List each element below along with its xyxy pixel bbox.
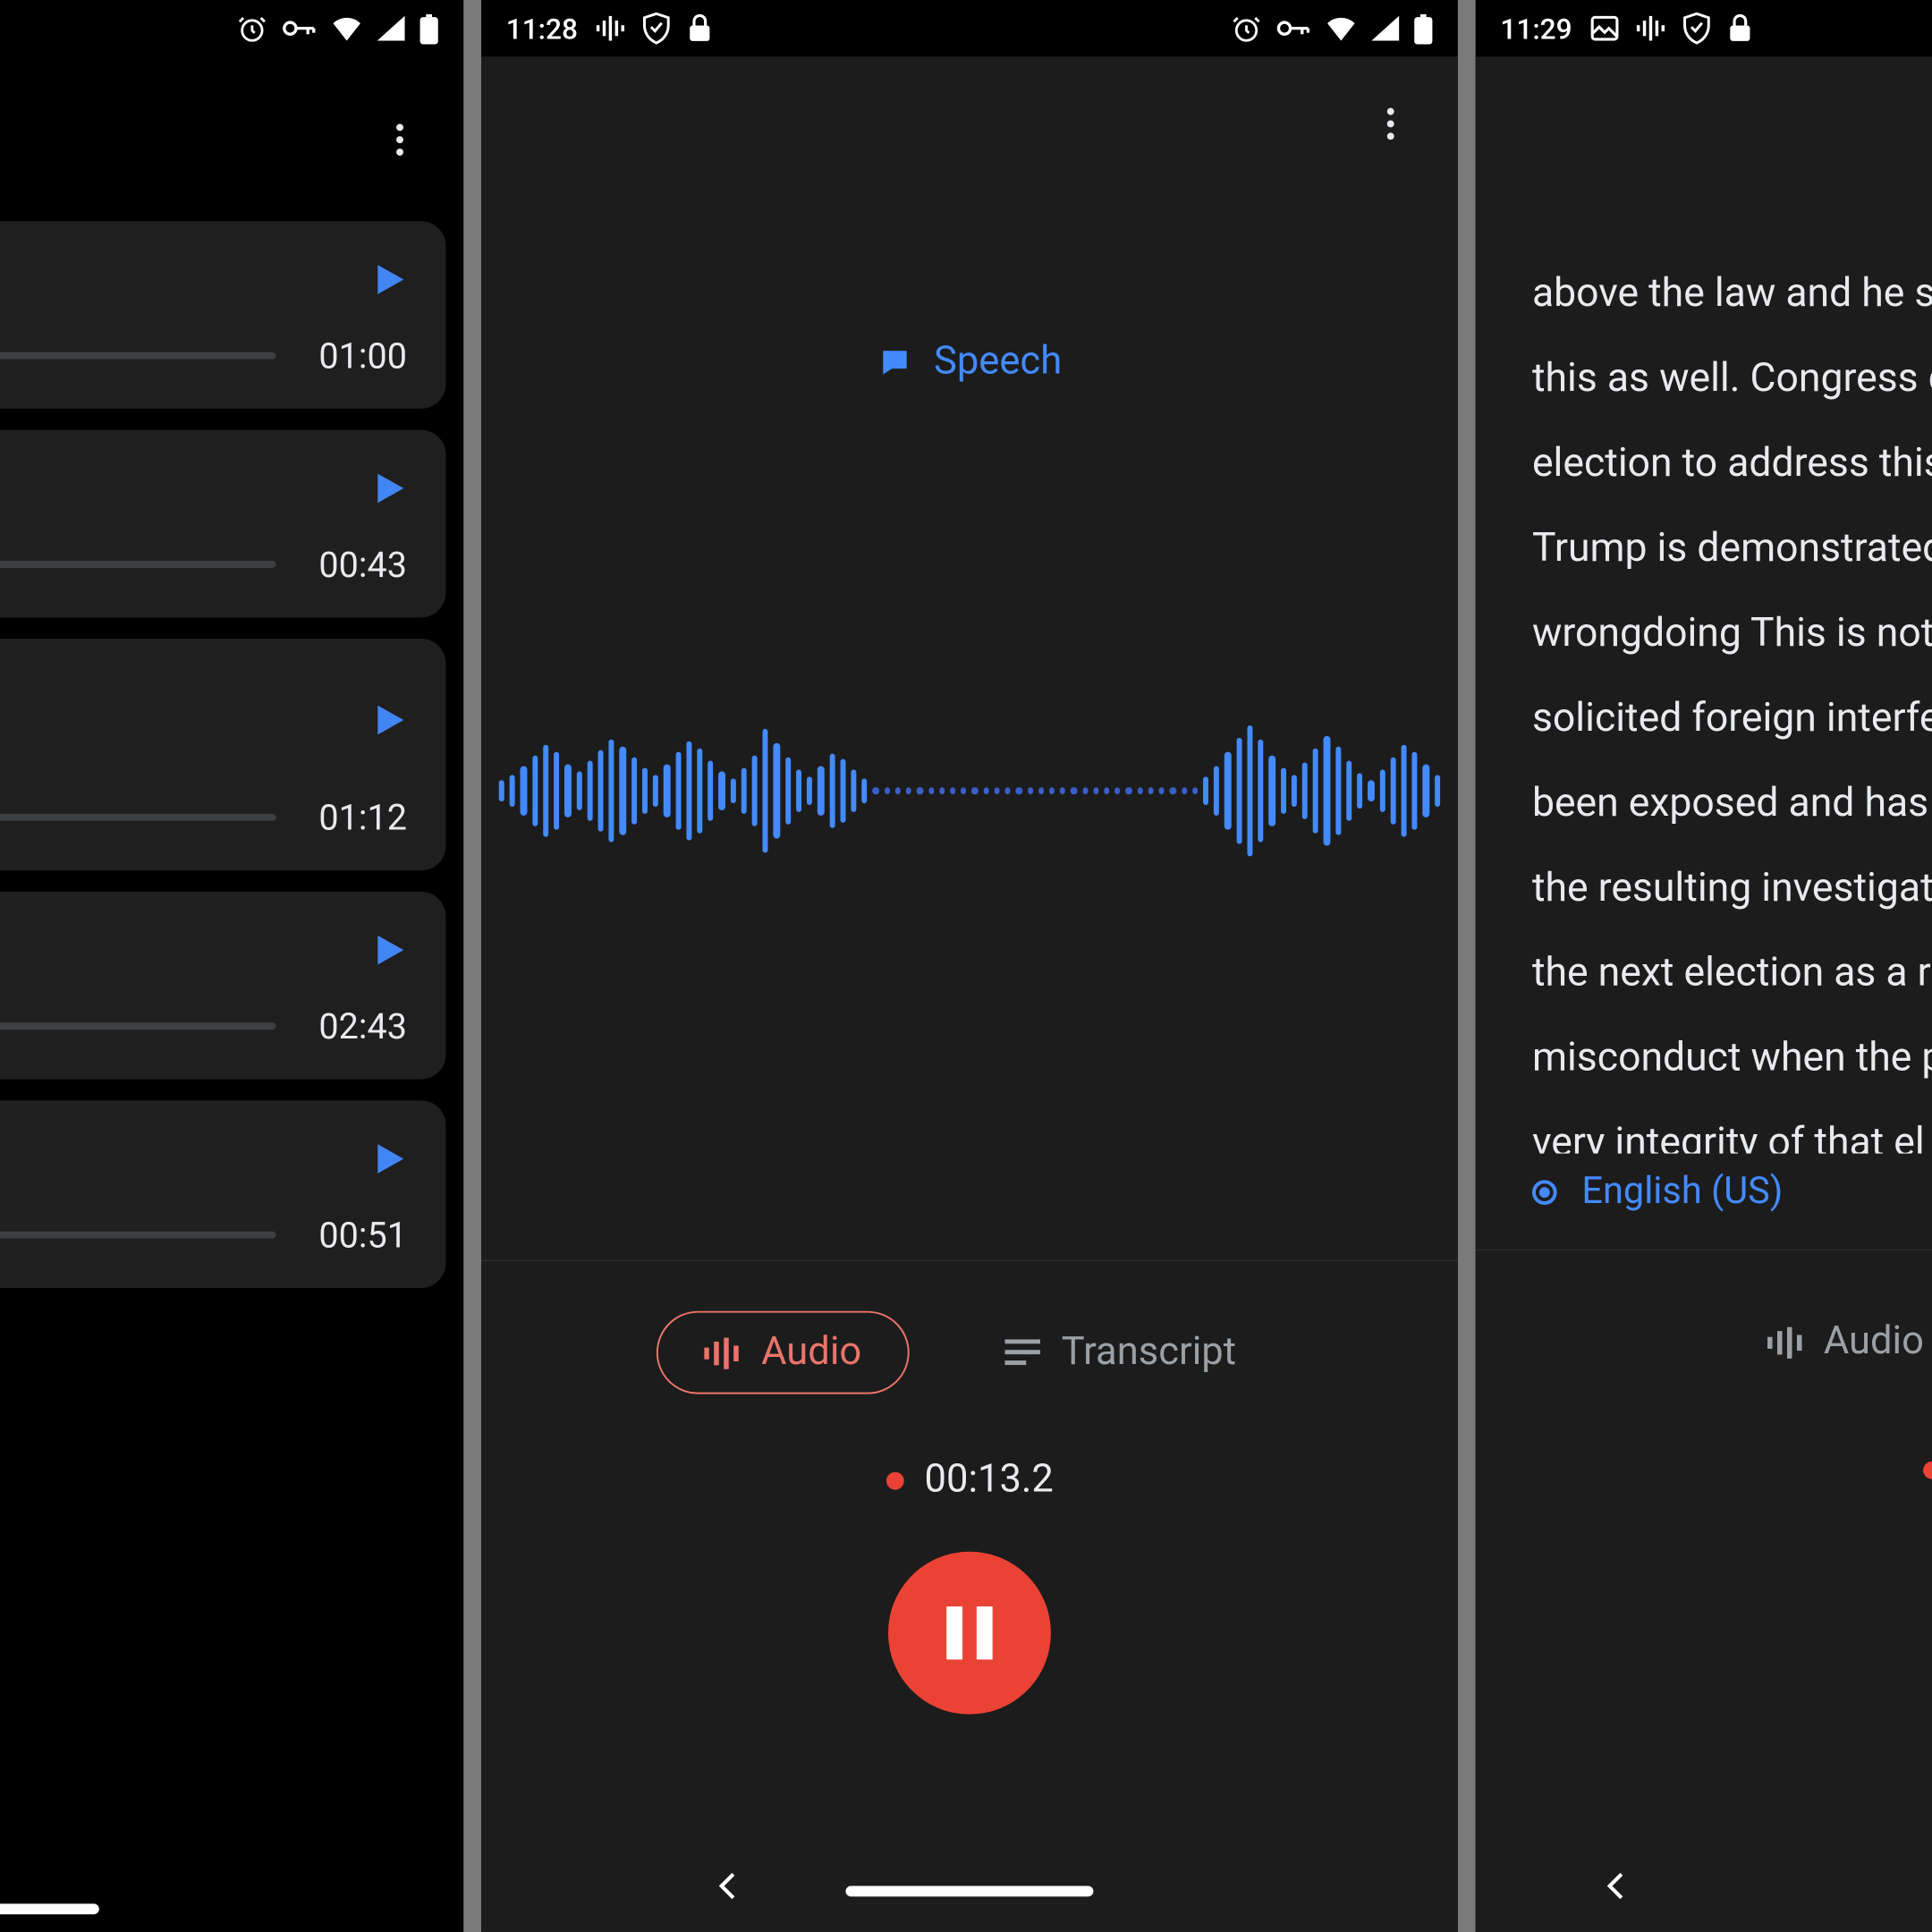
tab-transcript[interactable]: Transcript — [959, 1311, 1282, 1394]
key-icon — [282, 18, 318, 39]
play-button[interactable] — [368, 260, 407, 306]
recording-card[interactable]: 019ec 1801:12 — [0, 639, 445, 870]
transcript-text: above the law and he s this as well. Con… — [1476, 56, 1932, 1153]
progress-bar — [0, 1232, 276, 1239]
sound-icon — [596, 16, 624, 41]
tab-audio-label: Audio — [1824, 1320, 1924, 1364]
recording-timer: 00:13.2 — [481, 1458, 1458, 1502]
status-bar: 11:29 — [1476, 0, 1932, 56]
recording-duration: 01:12 — [318, 796, 407, 838]
battery-icon — [1413, 13, 1433, 44]
language-selector[interactable]: English (US) — [1476, 1171, 1932, 1213]
phone-recording-transcript: 11:29 above the law and he s this as wel… — [1476, 0, 1932, 1932]
status-bar — [0, 0, 463, 56]
transcript-icon — [1004, 1338, 1040, 1367]
play-button[interactable] — [368, 699, 407, 745]
key-icon — [1275, 18, 1311, 39]
sound-icon — [1636, 16, 1665, 41]
audio-wave-icon — [705, 1336, 741, 1368]
play-button[interactable] — [368, 469, 407, 514]
progress-bar — [0, 1022, 276, 1030]
audio-waveform — [499, 693, 1440, 888]
timer-value: 00:13.2 — [925, 1458, 1054, 1502]
status-time: 11:29 — [1500, 12, 1572, 46]
tabs-row: Audio Tr — [1476, 1249, 1932, 1404]
tab-audio[interactable]: Audio — [1721, 1301, 1932, 1384]
progress-bar — [0, 561, 276, 568]
image-icon — [1589, 16, 1618, 41]
shield-icon — [641, 13, 670, 45]
phone-recording-audio: 11:28 Speech Audio — [481, 0, 1458, 1932]
recording-indicator-dot — [1922, 1461, 1932, 1479]
audio-wave-icon — [1767, 1326, 1803, 1359]
list-header: dings — [0, 56, 463, 221]
recording-indicator-dot — [886, 1471, 903, 1489]
pause-icon — [946, 1606, 992, 1659]
progress-bar — [0, 352, 276, 360]
phone-recordings-list: dings ec 1801:00ec 1800:43019ec 1801:12e… — [0, 0, 463, 1932]
tab-audio-label: Audio — [761, 1330, 861, 1374]
recordings-list: ec 1801:00 ec 1800:43 019ec 1801:12 ec 1702… — [0, 221, 463, 1500]
tab-audio[interactable]: Audio — [657, 1311, 909, 1394]
play-button[interactable] — [368, 1140, 407, 1185]
shield-icon — [1682, 13, 1710, 45]
tabs-row: Audio Transcript — [481, 1259, 1458, 1415]
speech-icon — [877, 344, 913, 380]
recording-duration: 02:43 — [318, 1005, 407, 1047]
pause-record-button[interactable] — [888, 1552, 1051, 1715]
recording-duration: 00:51 — [318, 1214, 407, 1256]
alarm-icon — [237, 13, 267, 44]
wifi-icon — [1326, 16, 1358, 41]
lock-icon — [1728, 14, 1751, 43]
battery-icon — [419, 13, 439, 44]
nav-back-button[interactable] — [1599, 1868, 1635, 1911]
status-bar: 11:28 — [481, 0, 1458, 56]
language-label: English (US) — [1581, 1171, 1783, 1213]
wifi-icon — [331, 16, 363, 41]
overflow-menu-button[interactable] — [1369, 103, 1411, 145]
radio-selected-icon — [1532, 1180, 1557, 1205]
recording-duration: 00:43 — [318, 543, 407, 585]
progress-bar — [0, 814, 276, 821]
recording-card[interactable]: ec 1800:43 — [0, 430, 445, 618]
nav-home-pill[interactable] — [0, 1903, 99, 1914]
signal-icon — [377, 16, 405, 41]
speech-chip-label: Speech — [934, 340, 1062, 384]
speech-tag-chip[interactable]: Speech — [877, 340, 1062, 384]
recording-timer: 00 — [1476, 1447, 1932, 1491]
overflow-menu-button[interactable] — [378, 118, 420, 160]
tab-transcript-label: Transcript — [1062, 1330, 1236, 1374]
recording-duration: 01:00 — [318, 335, 407, 377]
recording-card[interactable]: ec 1702:43 — [0, 892, 445, 1080]
status-time: 11:28 — [506, 12, 578, 46]
alarm-icon — [1232, 13, 1262, 44]
recording-card[interactable]: ec 500:51 — [0, 1100, 445, 1288]
recording-card[interactable]: ec 1801:00 — [0, 221, 445, 409]
play-button[interactable] — [368, 930, 407, 976]
nav-home-pill[interactable] — [845, 1886, 1093, 1897]
lock-icon — [688, 14, 711, 43]
nav-back-button[interactable] — [711, 1868, 747, 1911]
signal-icon — [1371, 16, 1400, 41]
